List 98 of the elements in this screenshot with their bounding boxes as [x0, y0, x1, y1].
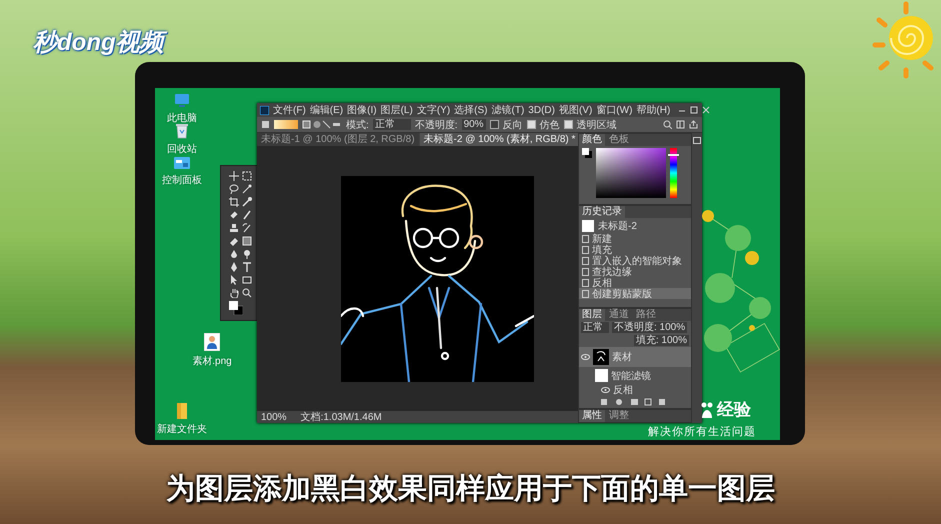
document-tab[interactable]: 未标题-1 @ 100% (图层 2, RGB/8)	[257, 133, 419, 146]
dodge-icon[interactable]	[242, 249, 252, 259]
menu-item[interactable]: 文件(F)	[273, 103, 306, 117]
panel-tab[interactable]: 调整	[606, 410, 632, 422]
image-file-icon	[204, 333, 220, 351]
cursor-icon[interactable]	[228, 275, 238, 285]
crop-icon[interactable]	[228, 197, 238, 207]
layer-fill-field[interactable]: 填充: 100%	[634, 335, 689, 346]
eyedropper-icon[interactable]	[242, 197, 252, 207]
brand-name: 经验	[717, 399, 751, 421]
gradient-swatch[interactable]	[274, 120, 298, 129]
history-item[interactable]: 置入嵌入的智能对象	[579, 255, 691, 266]
type-tool-icon[interactable]	[242, 262, 252, 272]
menu-item[interactable]: 编辑(E)	[310, 103, 344, 117]
checkbox-label: 仿色	[540, 118, 560, 132]
pen-icon[interactable]	[228, 262, 238, 272]
recycle-bin-icon	[175, 123, 189, 139]
panel-tab[interactable]: 通道	[606, 309, 632, 321]
hand-icon[interactable]	[228, 288, 238, 298]
mode-dropdown[interactable]: 正常	[372, 119, 411, 130]
checkbox[interactable]	[564, 120, 573, 129]
panel-tab[interactable]: 属性	[579, 410, 605, 422]
panel-title: 历史记录	[579, 206, 625, 218]
panel-tab[interactable]: 图层	[579, 309, 605, 321]
panel-tab[interactable]: 路径	[633, 309, 659, 321]
history-item[interactable]: 反相	[579, 277, 691, 288]
computer-icon	[174, 93, 190, 108]
gradient-type-icons[interactable]	[302, 120, 342, 129]
menu-item[interactable]: 窗口(W)	[596, 103, 632, 117]
eye-icon[interactable]	[581, 354, 590, 360]
opacity-field[interactable]: 90%	[462, 119, 486, 130]
search-icon[interactable]	[663, 120, 672, 129]
wand-icon[interactable]	[242, 184, 252, 194]
menu-item[interactable]: 图层(L)	[380, 103, 413, 117]
paw-icon	[700, 402, 714, 418]
checkbox[interactable]	[490, 120, 499, 129]
opacity-label: 不透明度:	[414, 118, 458, 132]
color-swatches-icon[interactable]	[228, 301, 242, 315]
subtitle: 为图层添加黑白效果同样应用于下面的单一图层	[165, 472, 776, 507]
brush-preset-icon[interactable]	[261, 120, 270, 129]
ps-logo-icon[interactable]	[260, 106, 269, 114]
document-tab[interactable]: 未标题-2 @ 100% (素材, RGB/8) *	[420, 133, 580, 146]
desktop-icon-label[interactable]: 此电脑	[167, 111, 197, 125]
panel-tab[interactable]: 色板	[606, 134, 632, 146]
eraser-icon[interactable]	[228, 236, 238, 246]
history-item[interactable]: 填充	[579, 244, 691, 255]
menu-item[interactable]: 视图(V)	[558, 103, 592, 117]
document-size: 文档:1.03M/1.46M	[300, 410, 382, 424]
checkbox-label: 透明区域	[576, 118, 617, 132]
menu-item[interactable]: 选择(S)	[454, 103, 488, 117]
layer-row[interactable]: 反相	[579, 384, 691, 396]
snapshot-label[interactable]: 未标题-2	[598, 218, 637, 232]
slogan: 解决你所有生活问题	[648, 425, 756, 439]
stamp-icon[interactable]	[228, 223, 238, 233]
desktop-icon-label[interactable]: 素材.png	[192, 354, 232, 368]
layer-row[interactable]: 智能滤镜	[579, 367, 691, 384]
gradient-icon[interactable]	[242, 236, 252, 246]
color-swatches-icon[interactable]	[582, 148, 592, 158]
checkbox[interactable]	[526, 120, 536, 129]
zoom-level: 100%	[261, 412, 287, 422]
history-item[interactable]: 查找边缘	[579, 266, 691, 277]
menu-item[interactable]: 3D(D)	[528, 104, 555, 116]
layer-opacity-field[interactable]: 不透明度: 100%	[612, 322, 688, 333]
control-panel-icon	[174, 156, 190, 170]
close-icon[interactable]	[702, 106, 710, 114]
menu-item[interactable]: 帮助(H)	[636, 103, 670, 117]
history-item[interactable]: 创建剪贴蒙版	[579, 288, 691, 299]
move-icon[interactable]	[228, 171, 238, 181]
history-item[interactable]: 新建	[579, 233, 691, 244]
hue-slider-thumb[interactable]	[668, 154, 679, 156]
lasso-icon[interactable]	[228, 184, 238, 194]
snapshot-thumbnail-icon	[582, 220, 594, 232]
layer-row[interactable]: 素材	[579, 347, 691, 367]
desktop-icon-label[interactable]: 新建文件夹	[157, 422, 207, 436]
checkbox-label: 反向	[502, 118, 523, 132]
color-field[interactable]	[596, 148, 666, 198]
share-icon[interactable]	[689, 120, 698, 129]
desktop-icon-label[interactable]: 控制面板	[162, 173, 202, 187]
mask-thumbnail-icon	[595, 369, 608, 382]
eye-icon[interactable]	[601, 387, 610, 393]
layer-thumbnail-icon	[593, 349, 609, 365]
history-brush-icon[interactable]	[242, 223, 252, 233]
panel-toggle-icon[interactable]	[693, 137, 701, 144]
mode-label: 模式:	[346, 118, 369, 132]
workspace-icon[interactable]	[676, 120, 685, 129]
menu-item[interactable]: 文字(Y)	[416, 103, 450, 117]
brush-icon[interactable]	[242, 210, 252, 220]
rectangle-icon[interactable]	[242, 275, 252, 285]
folder-icon	[176, 403, 188, 419]
restore-icon[interactable]	[690, 106, 698, 114]
menu-item[interactable]: 图像(I)	[347, 103, 377, 117]
magnifier-icon[interactable]	[242, 288, 252, 298]
marquee-icon[interactable]	[242, 171, 252, 181]
drop-icon[interactable]	[228, 249, 238, 259]
blend-mode-dropdown[interactable]: 正常	[581, 322, 609, 333]
desktop-icon-label[interactable]: 回收站	[167, 142, 197, 156]
menu-item[interactable]: 滤镜(T)	[492, 103, 524, 117]
panel-tab[interactable]: 颜色	[579, 134, 605, 146]
